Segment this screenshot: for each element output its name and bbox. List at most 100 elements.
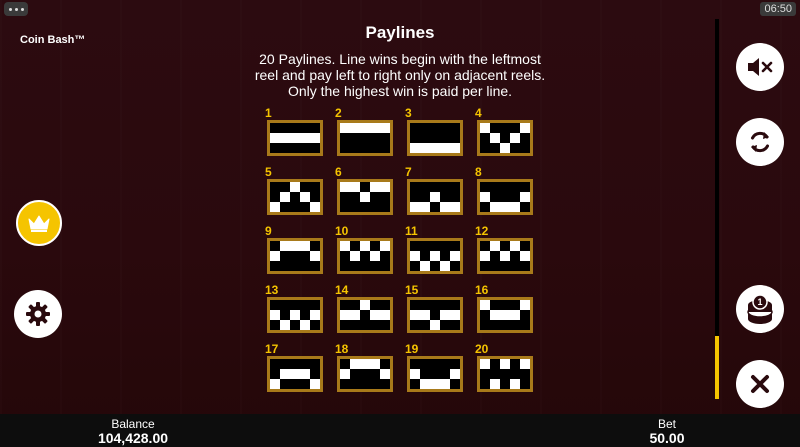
payline-cell <box>520 123 530 133</box>
payline-cell <box>500 359 510 369</box>
payline-cell <box>370 310 380 320</box>
payline-item: 17 <box>265 342 323 396</box>
payline-cell <box>490 310 500 320</box>
payline-cell <box>480 123 490 133</box>
payline-cell <box>300 192 310 202</box>
payline-item: 13 <box>265 283 323 337</box>
payline-number: 5 <box>265 165 272 179</box>
payline-cell <box>300 369 310 379</box>
payline-item: 4 <box>475 106 533 160</box>
payline-diagram <box>337 238 393 274</box>
payline-cell <box>360 123 370 133</box>
payline-pattern <box>270 310 320 330</box>
payline-pattern <box>410 310 460 330</box>
payline-cell <box>480 251 490 261</box>
refresh-icon <box>751 131 769 153</box>
payline-pattern <box>270 241 320 261</box>
payline-number: 4 <box>475 106 482 120</box>
payline-diagram <box>337 120 393 156</box>
menu-dot <box>20 7 24 11</box>
payline-cell <box>380 123 390 133</box>
payline-cell <box>350 123 360 133</box>
payline-cell <box>310 202 320 212</box>
payline-diagram <box>477 238 533 274</box>
payline-item: 5 <box>265 165 323 219</box>
payline-cell <box>430 143 440 153</box>
payline-cell <box>360 359 370 369</box>
payline-number: 6 <box>335 165 342 179</box>
payline-cell <box>380 369 390 379</box>
mute-button[interactable] <box>736 43 784 91</box>
payline-diagram <box>267 120 323 156</box>
payline-cell <box>280 320 290 330</box>
payline-cell <box>340 123 350 133</box>
description-line: reel and pay left to right only on adjac… <box>254 67 546 83</box>
menu-button[interactable] <box>4 2 28 16</box>
payline-cell <box>340 369 350 379</box>
payline-cell <box>270 133 280 143</box>
payline-diagram <box>407 120 463 156</box>
payline-cell <box>290 133 300 143</box>
payline-pattern <box>480 359 530 389</box>
payline-cell <box>490 241 500 251</box>
close-button[interactable] <box>736 360 784 408</box>
payline-cell <box>420 202 430 212</box>
svg-text:1: 1 <box>757 297 762 307</box>
payline-cell <box>290 182 300 192</box>
payline-pattern <box>410 251 460 271</box>
payline-cell <box>420 310 430 320</box>
payline-cell <box>360 192 370 202</box>
payline-pattern <box>480 123 530 153</box>
payline-cell <box>510 202 520 212</box>
payline-cell <box>290 241 300 251</box>
payline-cell <box>340 310 350 320</box>
payline-pattern <box>270 369 320 389</box>
payline-cell <box>520 251 530 261</box>
crown-button[interactable] <box>16 200 62 246</box>
description-line: 20 Paylines. Line wins begin with the le… <box>259 51 541 67</box>
payline-cell <box>480 300 490 310</box>
payline-cell <box>360 241 370 251</box>
payline-cell <box>350 182 360 192</box>
autoplay-button[interactable] <box>736 118 784 166</box>
payline-cell <box>510 133 520 143</box>
payline-diagram <box>407 179 463 215</box>
payline-cell <box>310 379 320 389</box>
payline-cell <box>300 241 310 251</box>
description-line: Only the highest win is paid per line. <box>287 83 513 99</box>
payline-cell <box>480 359 490 369</box>
payline-pattern <box>270 133 320 143</box>
payline-pattern <box>270 182 320 212</box>
payline-item: 7 <box>405 165 463 219</box>
payline-item: 10 <box>335 224 393 278</box>
payline-number: 3 <box>405 106 412 120</box>
bet-button[interactable]: 1 <box>736 285 784 333</box>
payline-cell <box>490 379 500 389</box>
payline-cell <box>360 300 370 310</box>
payline-pattern <box>410 369 460 389</box>
payline-cell <box>410 143 420 153</box>
payline-number: 1 <box>265 106 272 120</box>
payline-cell <box>520 192 530 202</box>
payline-cell <box>340 241 350 251</box>
payline-diagram <box>477 356 533 392</box>
scrollbar-thumb[interactable] <box>715 336 719 399</box>
bet-label: Bet <box>657 417 676 431</box>
payline-cell <box>310 133 320 143</box>
payline-cell <box>500 202 510 212</box>
payline-diagram <box>407 356 463 392</box>
payline-item: 8 <box>475 165 533 219</box>
payline-cell <box>350 310 360 320</box>
settings-button[interactable] <box>14 290 62 338</box>
payline-cell <box>410 310 420 320</box>
payline-cell <box>300 320 310 330</box>
payline-cell <box>420 261 430 271</box>
payline-item: 12 <box>475 224 533 278</box>
payline-pattern <box>410 143 460 153</box>
payline-cell <box>280 133 290 143</box>
payline-pattern <box>340 182 390 202</box>
payline-cell <box>380 310 390 320</box>
crown-icon <box>28 215 50 232</box>
payline-number: 9 <box>265 224 272 238</box>
payline-cell <box>420 379 430 389</box>
